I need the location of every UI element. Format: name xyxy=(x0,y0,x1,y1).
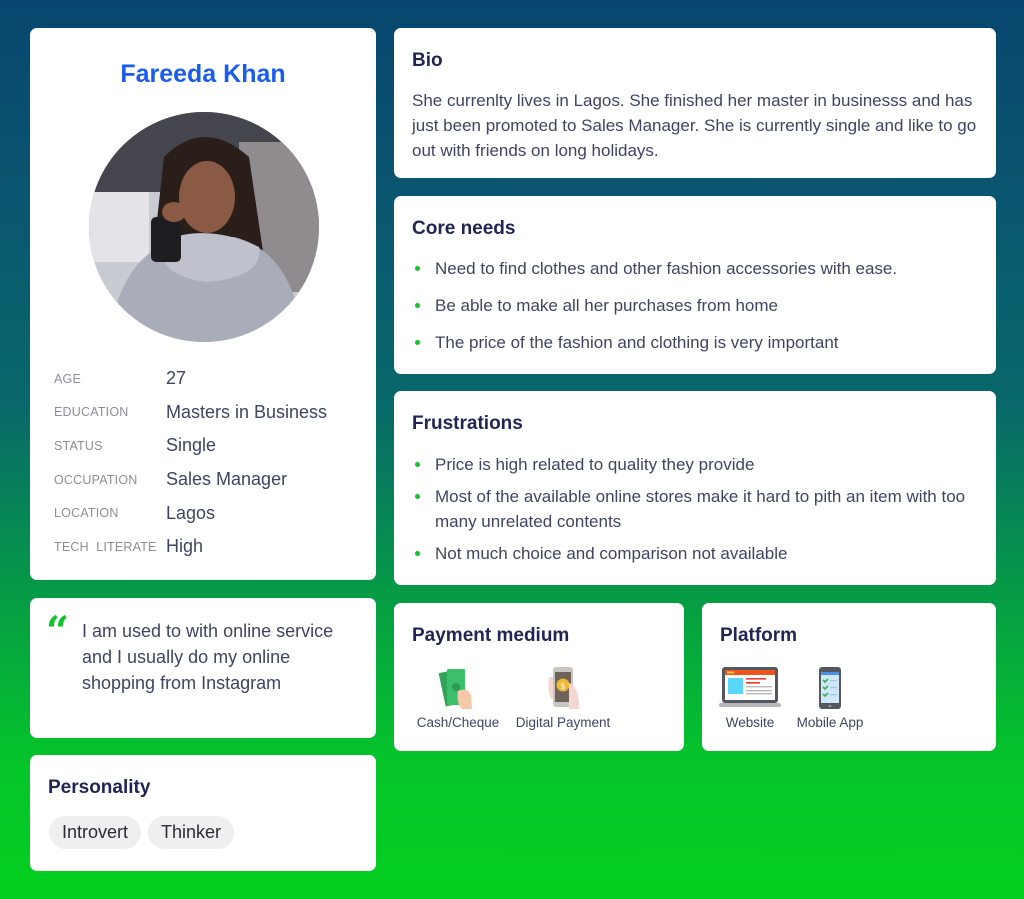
trait-chip: Thinker xyxy=(148,816,235,849)
avatar-photo xyxy=(89,112,319,342)
list-item-text: Need to find clothes and other fashion a… xyxy=(435,259,898,278)
bio-title: Bio xyxy=(412,50,443,71)
list-item: Need to find clothes and other fashion a… xyxy=(412,256,982,281)
core-needs-card: Core needs Need to find clothes and othe… xyxy=(394,196,996,374)
payment-option-cash: Cash/Cheque xyxy=(410,665,506,730)
persona-name: Fareeda Khan xyxy=(120,60,286,88)
platform-title: Platform xyxy=(720,625,798,646)
detail-label: EDUCATION xyxy=(54,405,129,420)
profile-card: Fareeda Khan AGE 27 EDUCATION Masters in… xyxy=(30,28,376,580)
quote-card: “ I am used to with online service and I… xyxy=(30,598,376,738)
detail-row-status: STATUS Single xyxy=(54,429,354,463)
platform-option-label: Website xyxy=(725,715,775,730)
svg-text:$: $ xyxy=(560,682,566,692)
detail-label: AGE xyxy=(54,371,81,386)
quote-text: I am used to with online service and I u… xyxy=(82,621,334,693)
list-item-text: Not much choice and comparison not avail… xyxy=(435,544,788,563)
list-item: Be able to make all her purchases from h… xyxy=(412,293,982,318)
detail-row-tech-literate: TECH LITERATE High xyxy=(54,530,354,564)
avatar xyxy=(89,112,319,342)
detail-value: 27 xyxy=(166,368,187,389)
mobile-app-icon xyxy=(819,667,841,709)
website-icon xyxy=(719,667,781,707)
personality-card: Personality Introvert Thinker xyxy=(30,755,376,871)
quote-icon: “ xyxy=(46,608,70,655)
list-item-text: Price is high related to quality they pr… xyxy=(435,455,755,474)
cash-icon xyxy=(438,669,472,709)
detail-label: STATUS xyxy=(54,438,103,453)
bullet-icon xyxy=(415,462,420,467)
payment-medium-card: Payment medium Cash/Cheque $ Digital Pay… xyxy=(394,603,684,751)
detail-label: OCCUPATION xyxy=(54,472,138,487)
detail-value: High xyxy=(166,536,204,557)
bullet-icon xyxy=(415,551,420,556)
frustrations-title: Frustrations xyxy=(412,413,523,434)
detail-row-location: LOCATION Lagos xyxy=(54,496,354,530)
bio-card: Bio She currenlty lives in Lagos. She fi… xyxy=(394,28,996,178)
detail-label: LOCATION xyxy=(54,506,119,521)
list-item: Most of the available online stores make… xyxy=(412,484,982,534)
trait-chip: Introvert xyxy=(49,816,142,849)
detail-value: Single xyxy=(166,435,217,456)
detail-row-education: EDUCATION Masters in Business xyxy=(54,396,354,430)
frustrations-card: Frustrations Price is high related to qu… xyxy=(394,391,996,585)
payment-title: Payment medium xyxy=(412,625,570,646)
list-item-text: Most of the available online stores make… xyxy=(435,487,966,531)
detail-value: Masters in Business xyxy=(166,401,328,422)
detail-row-age: AGE 27 xyxy=(54,362,354,396)
core-needs-title: Core needs xyxy=(412,218,516,239)
list-item: The price of the fashion and clothing is… xyxy=(412,330,982,355)
bullet-icon xyxy=(415,494,420,499)
platform-option-label: Mobile App xyxy=(796,715,864,730)
payment-option-label: Cash/Cheque xyxy=(416,715,500,730)
payment-option-digital: $ Digital Payment xyxy=(511,665,615,730)
list-item-text: Be able to make all her purchases from h… xyxy=(435,296,779,315)
payment-option-label: Digital Payment xyxy=(515,715,611,730)
detail-label: TECH LITERATE xyxy=(54,539,157,554)
platform-card: Platform Website Mobile App xyxy=(702,603,996,751)
platform-option-mobile-app: Mobile App xyxy=(792,665,868,730)
trait-chips: Introvert Thinker xyxy=(49,816,235,849)
bullet-icon xyxy=(415,340,420,345)
bullet-icon xyxy=(415,303,420,308)
list-item: Not much choice and comparison not avail… xyxy=(412,541,982,566)
core-needs-list: Need to find clothes and other fashion a… xyxy=(412,256,982,367)
platform-option-website: Website xyxy=(718,665,782,730)
personality-title: Personality xyxy=(48,777,151,798)
digital-payment-icon: $ xyxy=(548,667,579,709)
bio-text: She currenlty lives in Lagos. She finish… xyxy=(412,91,977,160)
details-list: AGE 27 EDUCATION Masters in Business STA… xyxy=(54,362,354,564)
detail-row-occupation: OCCUPATION Sales Manager xyxy=(54,463,354,497)
detail-value: Sales Manager xyxy=(166,469,288,490)
list-item-text: The price of the fashion and clothing is… xyxy=(435,333,839,352)
bullet-icon xyxy=(415,266,420,271)
detail-value: Lagos xyxy=(166,502,216,523)
frustrations-list: Price is high related to quality they pr… xyxy=(412,452,982,573)
list-item: Price is high related to quality they pr… xyxy=(412,452,982,477)
